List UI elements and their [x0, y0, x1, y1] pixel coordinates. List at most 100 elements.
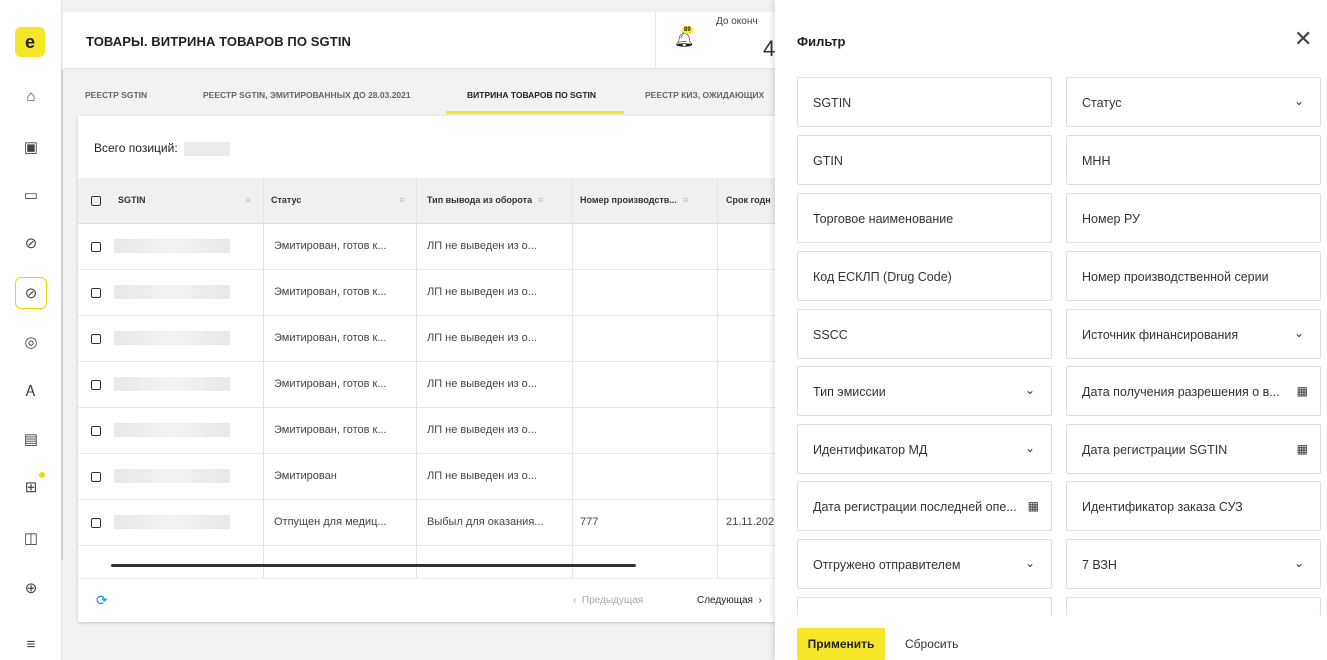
- table-row[interactable]: Отпущен для медиц... Выбыл для оказания.…: [78, 500, 783, 546]
- spiral-icon[interactable]: ◎: [15, 326, 47, 358]
- table-row[interactable]: Эмитирован, готов к... ЛП не выведен из …: [78, 362, 783, 408]
- reset-button[interactable]: Сбросить: [905, 637, 958, 651]
- field-label: Идентификатор МД: [813, 443, 928, 457]
- prev-page-button[interactable]: ‹ Предыдущая: [573, 595, 643, 606]
- horizontal-scrollbar[interactable]: [111, 564, 636, 567]
- filter-shipped-by-select[interactable]: Отгружено отправителем ⌄: [797, 539, 1052, 589]
- filter-title: Фильтр: [797, 34, 846, 49]
- bell-icon[interactable]: 🔔︎ 89: [674, 26, 694, 49]
- filter-last-op-date[interactable]: Дата регистрации последней опе... ▦: [797, 481, 1052, 531]
- total-count: Всего позиций:: [94, 141, 230, 156]
- row-checkbox[interactable]: [91, 288, 101, 298]
- field-label: Код ЕСКЛП (Drug Code): [813, 270, 952, 284]
- filter-7vzn-select[interactable]: 7 ВЗН ⌄: [1066, 539, 1321, 589]
- apply-button[interactable]: Применить: [797, 628, 885, 660]
- sidebar-scrollbar[interactable]: [61, 70, 63, 560]
- sort-icon[interactable]: ≡: [538, 195, 543, 205]
- sort-icon[interactable]: ≡: [683, 195, 688, 205]
- row-checkbox[interactable]: [91, 334, 101, 344]
- row-checkbox[interactable]: [91, 472, 101, 482]
- filter-trade-name-input[interactable]: Торговое наименование: [797, 193, 1052, 243]
- chevron-down-icon: ⌄: [1024, 441, 1035, 455]
- table-row[interactable]: Эмитирован, готов к... ЛП не выведен из …: [78, 408, 783, 454]
- filter-suz-order-input[interactable]: Идентификатор заказа СУЗ: [1066, 481, 1321, 531]
- chevron-down-icon: ⌄: [1024, 556, 1035, 570]
- field-label: Статус: [1082, 96, 1122, 110]
- chevron-left-icon: ‹: [573, 595, 582, 606]
- globe-icon[interactable]: ⊕: [15, 572, 47, 604]
- prev-page-label: Предыдущая: [581, 595, 644, 606]
- cell-batch: 777: [580, 516, 599, 528]
- pagination: ⟳ ‹ Предыдущая Следующая ›: [78, 578, 783, 622]
- sidebar: e ⌂ ▣ ▭ ⊘ ⊘ ◎ Ꭺ ▤ ⊞ ◫ ⊕ ≡: [0, 0, 62, 660]
- chevron-down-icon: ⌄: [1293, 94, 1304, 108]
- field-label: SSCC: [813, 328, 848, 342]
- sgtin-redacted: [114, 239, 230, 253]
- link-icon[interactable]: ⊘: [15, 277, 47, 309]
- table-row[interactable]: Эмитирован, готов к... ЛП не выведен из …: [78, 224, 783, 270]
- filter-panel: Фильтр ✕ SGTIN GTIN Торговое наименовани…: [775, 0, 1327, 660]
- filter-batch-number-input[interactable]: Номер производственной серии: [1066, 251, 1321, 301]
- pill-icon[interactable]: ⊘: [15, 227, 47, 259]
- menu-icon[interactable]: ≡: [15, 628, 47, 660]
- filter-funding-source-select[interactable]: Источник финансирования ⌄: [1066, 309, 1321, 359]
- column-out-type[interactable]: Тип вывода из оборота ≡: [427, 195, 543, 205]
- logo[interactable]: e: [15, 27, 45, 57]
- column-expiry[interactable]: Срок годн: [726, 195, 771, 205]
- filter-md-id-select[interactable]: Идентификатор МД ⌄: [797, 424, 1052, 474]
- filter-gtin-input[interactable]: GTIN: [797, 135, 1052, 185]
- next-page-button[interactable]: Следующая ›: [697, 595, 762, 606]
- calendar-icon[interactable]: ▦: [1297, 442, 1308, 456]
- filter-inn-input[interactable]: МНН: [1066, 135, 1321, 185]
- column-batch[interactable]: Номер производств... ≡: [580, 195, 688, 205]
- row-checkbox[interactable]: [91, 380, 101, 390]
- table-row[interactable]: Эмитирован, готов к... ЛП не выведен из …: [78, 270, 783, 316]
- column-status[interactable]: Статус ≡: [271, 195, 405, 205]
- sgtin-redacted: [114, 423, 230, 437]
- user-icon[interactable]: Ꭺ: [15, 375, 47, 407]
- chart-icon[interactable]: ◫: [15, 522, 47, 554]
- sgtin-redacted: [114, 515, 230, 529]
- cell-status: Эмитирован, готов к...: [274, 424, 387, 436]
- field-label: Дата регистрации последней опе...: [813, 500, 1017, 514]
- filter-sgtin-input[interactable]: SGTIN: [797, 77, 1052, 127]
- row-checkbox[interactable]: [91, 426, 101, 436]
- filter-ru-number-input[interactable]: Номер РУ: [1066, 193, 1321, 243]
- filter-sscc-input[interactable]: SSCC: [797, 309, 1052, 359]
- row-checkbox[interactable]: [91, 518, 101, 528]
- filter-status-select[interactable]: Статус ⌄: [1066, 77, 1321, 127]
- filter-drug-code-input[interactable]: Код ЕСКЛП (Drug Code): [797, 251, 1052, 301]
- close-icon[interactable]: ✕: [1294, 28, 1312, 50]
- column-expiry-label: Срок годн: [726, 195, 771, 205]
- calendar-icon[interactable]: ▦: [1028, 499, 1039, 513]
- row-checkbox[interactable]: [91, 242, 101, 252]
- column-sgtin[interactable]: SGTIN ≡: [118, 195, 251, 205]
- wallet-icon[interactable]: ▭: [15, 179, 47, 211]
- filter-sgtin-reg-date[interactable]: Дата регистрации SGTIN ▦: [1066, 424, 1321, 474]
- filter-permit-date[interactable]: Дата получения разрешения о в... ▦: [1066, 366, 1321, 416]
- cell-out-type: ЛП не выведен из о...: [427, 378, 537, 390]
- total-value-redacted: [183, 141, 230, 156]
- header-divider: [655, 12, 656, 69]
- grid-glyph: ⊞: [24, 479, 38, 496]
- briefcase-icon[interactable]: ▣: [15, 131, 47, 163]
- document-icon[interactable]: ▤: [15, 423, 47, 455]
- select-all-checkbox[interactable]: [91, 196, 101, 206]
- home-icon[interactable]: ⌂: [15, 80, 47, 112]
- calendar-icon[interactable]: ▦: [1297, 384, 1308, 398]
- refresh-icon[interactable]: ⟳: [96, 592, 108, 609]
- table-row[interactable]: Эмитирован ЛП не выведен из о...: [78, 454, 783, 500]
- sort-icon[interactable]: ≡: [399, 195, 404, 205]
- field-label: Источник финансирования: [1082, 328, 1239, 342]
- field-label: Идентификатор заказа СУЗ: [1082, 500, 1243, 514]
- tab-sgtin-showcase[interactable]: ВИТРИНА ТОВАРОВ ПО SGTIN: [467, 90, 596, 100]
- filter-emission-type-select[interactable]: Тип эмиссии ⌄: [797, 366, 1052, 416]
- sort-icon[interactable]: ≡: [246, 195, 251, 205]
- grid-icon[interactable]: ⊞: [15, 471, 47, 503]
- tab-sgtin-emitted-before[interactable]: РЕЕСТР SGTIN, ЭМИТИРОВАННЫХ ДО 28.03.202…: [203, 90, 411, 100]
- filter-field-partial: [797, 597, 1052, 616]
- table-row[interactable]: Эмитирован, готов к... ЛП не выведен из …: [78, 316, 783, 362]
- field-label: Номер производственной серии: [1082, 270, 1269, 284]
- tab-kiz-registry[interactable]: РЕЕСТР КИЗ, ОЖИДАЮЩИХ: [645, 90, 764, 100]
- tab-sgtin-registry[interactable]: РЕЕСТР SGTIN: [85, 90, 147, 100]
